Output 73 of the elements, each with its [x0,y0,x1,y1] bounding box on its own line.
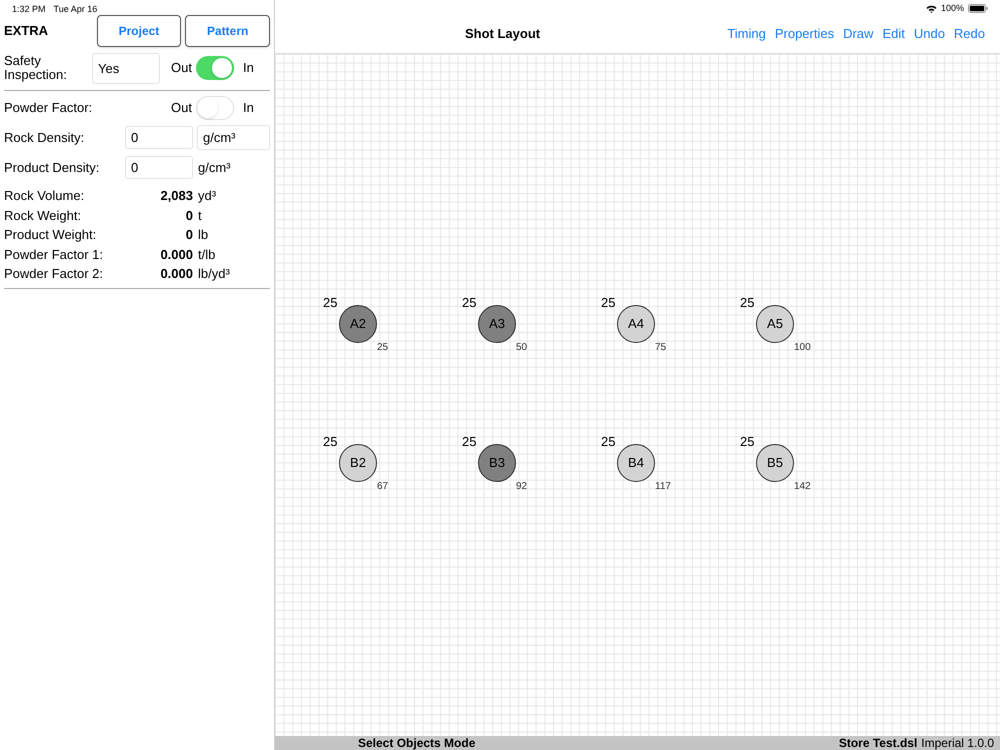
stat-unit: t [198,206,202,224]
input-field[interactable]: 0 [125,156,193,179]
nav-title: Shot Layout [465,24,540,43]
toggle-switch[interactable] [196,96,234,120]
status-time: 1:32 PM [12,3,46,14]
on-label: In [242,59,254,78]
stat-unit: lb/yd³ [198,265,230,283]
nav-link[interactable]: Timing [727,24,766,44]
blast-hole[interactable]: B2 [339,444,377,482]
stat-label: Rock Volume: [4,187,86,205]
unit-label: g/cm³ [198,158,230,177]
panel-title: EXTRA [4,22,50,40]
off-label: Out [171,59,192,78]
input-field[interactable]: 0 [125,126,193,149]
blast-hole[interactable]: B3 [478,444,516,482]
hole-delay: 75 [655,341,666,355]
hole-depth: 25 [601,433,616,451]
stat-value: 0.000 [159,246,193,264]
unit-box[interactable]: g/cm³ [197,125,270,150]
stat-label: Powder Factor 2: [4,265,104,283]
hole-depth: 25 [740,433,754,451]
wifi-icon [926,4,937,12]
panel-button[interactable]: Project [96,15,182,47]
hole-delay: 92 [516,480,528,494]
input-field[interactable]: Yes [92,52,160,84]
hole-delay: 25 [377,341,388,355]
field-label: Safety Inspection: [4,54,68,82]
grid-canvas[interactable]: 25 A2 25 25 A3 50 25 A4 75 25 A5 100 25 B2 67 25 B3 92 25 B4 117 25 B5 142 [275,54,1000,736]
hole-delay: 117 [655,480,671,494]
hole-delay: 50 [516,341,528,355]
nav-link[interactable]: Redo [954,24,985,44]
mode-text: Select Objects Mode [358,735,476,750]
field-label: Rock Density: [4,128,86,147]
field-label: Powder Factor: [4,99,94,118]
stat-unit: t/lb [198,246,216,264]
blast-hole[interactable]: A5 [756,305,794,343]
stat-label: Product Weight: [4,226,98,244]
hole-depth: 25 [323,294,338,312]
hole-depth: 25 [462,433,476,451]
nav-link[interactable]: Properties [774,24,834,44]
field-label: Product Density: [4,158,100,177]
hole-depth: 25 [462,294,476,312]
hole-depth: 25 [601,294,616,312]
stat-value: 0.000 [159,265,193,283]
status-date: Tue Apr 16 [54,3,98,14]
stat-value: 0 [184,226,193,244]
hole-delay: 100 [794,341,811,355]
blast-hole[interactable]: B4 [617,444,655,482]
nav-link[interactable]: Edit [882,24,905,44]
hole-delay: 142 [794,480,811,494]
version-text: Imperial 1.0.0 [921,735,994,750]
file-name: Store Test.dsl [838,735,918,750]
stat-unit: yd³ [198,187,216,205]
blast-hole[interactable]: B5 [756,444,794,482]
off-label: Out [171,99,192,118]
toggle-switch[interactable] [196,56,234,80]
blast-hole[interactable]: A4 [617,305,655,343]
stat-label: Powder Factor 1: [4,246,104,264]
on-label: In [242,99,254,118]
battery-text: 100% [940,2,964,15]
stat-label: Rock Weight: [4,206,82,225]
stat-unit: lb [198,226,208,244]
battery-icon [968,4,988,13]
hole-depth: 25 [323,433,338,451]
nav-link[interactable]: Draw [843,24,874,44]
blast-hole[interactable]: A3 [478,305,516,343]
nav-link[interactable]: Undo [914,24,945,44]
hole-depth: 25 [740,294,754,312]
hole-delay: 67 [377,480,388,494]
blast-hole[interactable]: A2 [339,305,377,343]
stat-value: 0 [184,206,193,224]
panel-button[interactable]: Pattern [185,15,270,47]
stat-value: 2,083 [159,187,193,205]
